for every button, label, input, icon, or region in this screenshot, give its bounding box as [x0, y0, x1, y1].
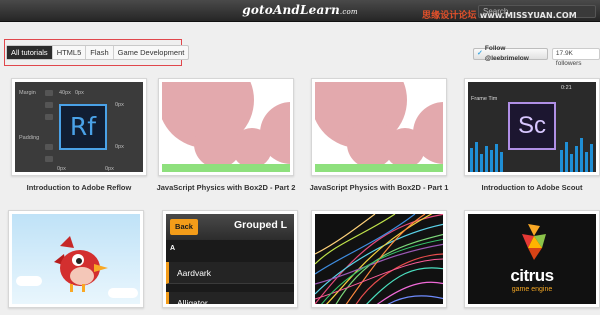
thumbnail [162, 82, 290, 172]
timing-bar [560, 150, 563, 172]
citrus-brand: citrus [510, 266, 554, 285]
tutorial-card-physics-1[interactable] [311, 78, 447, 176]
thumbnail: Frame Tim 0:21 Sc [468, 82, 596, 172]
citrus-logo-icon [522, 224, 546, 260]
back-button: Back [170, 219, 198, 235]
panel-row [45, 90, 53, 96]
follower-count: 17.9K followers [551, 48, 600, 67]
top-bar: gotoAndLearn.com Search 思缘设计论坛 www.MISSY… [0, 0, 600, 22]
panel-value: 0px [57, 166, 66, 172]
tutorial-card-scout[interactable]: Frame Tim 0:21 Sc [464, 78, 600, 176]
watermark-text: 思缘设计论坛 [422, 11, 477, 21]
citrus-subtitle: game engine [511, 286, 553, 293]
thumbnail: citrus game engine [468, 214, 596, 304]
timing-bar [580, 138, 583, 172]
timing-bar [485, 146, 488, 172]
adobe-scout-icon: Sc [508, 102, 556, 150]
thumbnail [12, 214, 140, 304]
timing-bar [575, 146, 578, 172]
filter-tabs: All tutorials HTML5 Flash Game Developme… [6, 45, 190, 60]
timing-bar [490, 150, 493, 172]
tab-all-tutorials[interactable]: All tutorials [7, 46, 53, 59]
timing-bar [500, 152, 503, 172]
list-item: Aardvark [166, 262, 294, 284]
tutorial-title[interactable]: JavaScript Physics with Box2D - Part 1 [304, 183, 454, 192]
tutorial-title[interactable]: Introduction to Adobe Scout [457, 183, 600, 192]
panel-value: 0px [115, 102, 124, 108]
social-area: ✓ Follow @leebrimelow 17.9K followers [473, 45, 600, 67]
tutorial-card-citrus[interactable]: citrus game engine [464, 210, 600, 308]
padding-label: Padding [19, 135, 40, 141]
tutorial-title[interactable]: Introduction to Adobe Reflow [4, 183, 154, 192]
tutorial-card-bird[interactable] [8, 210, 144, 308]
thumbnail: Margin Padding 40px 0px 0px 0px 0px 0px … [15, 82, 143, 172]
adobe-reflow-icon: Rf [59, 104, 107, 150]
panel-row [45, 144, 53, 150]
panel-value: 0px [75, 90, 84, 96]
section-letter: A [170, 245, 176, 252]
panel-value: 40px [59, 90, 71, 96]
physics-ground [162, 164, 290, 172]
panel-row [45, 102, 53, 108]
tutorial-card-lines[interactable] [311, 210, 447, 308]
panel-value: 0px [115, 144, 124, 150]
logo-text: gotoAndLearn [242, 3, 340, 17]
tutorial-title[interactable]: JavaScript Physics with Box2D - Part 2 [151, 183, 301, 192]
line-art-image [315, 214, 443, 304]
frame-time-label: Frame Tim [471, 96, 498, 102]
timing-bar [495, 144, 498, 172]
tab-flash[interactable]: Flash [86, 46, 114, 59]
panel-value: 0px [105, 166, 114, 172]
timing-bar [470, 148, 473, 172]
twitter-bird-icon: ✓ [477, 50, 483, 57]
physics-ground [315, 164, 443, 172]
thumbnail [315, 82, 443, 172]
timing-bar [565, 142, 568, 172]
red-bird-icon [54, 236, 108, 292]
timing-bar [585, 152, 588, 172]
tutorial-card-reflow[interactable]: Margin Padding 40px 0px 0px 0px 0px 0px … [11, 78, 147, 176]
thumbnail: Back Grouped L A Aardvark Alligator [166, 214, 294, 304]
watermark-host: www.MISSYUAN.COM [479, 11, 577, 20]
tutorial-card-physics-2[interactable] [158, 78, 294, 176]
tab-html5[interactable]: HTML5 [53, 46, 87, 59]
cloud [16, 276, 42, 286]
tab-game-development[interactable]: Game Development [114, 46, 189, 59]
panel-row [45, 114, 53, 120]
list-item: Alligator [166, 292, 294, 304]
timing-bar [475, 142, 478, 172]
watermark: 思缘设计论坛 www.MISSYUAN.COM [422, 8, 577, 21]
twitter-follow-button[interactable]: ✓ Follow @leebrimelow [473, 45, 548, 62]
panel-row [45, 156, 53, 162]
margin-label: Margin [19, 90, 36, 96]
timing-bar [590, 144, 593, 172]
timeline-time: 0:21 [561, 85, 572, 91]
logo-suffix: .com [339, 8, 358, 16]
timing-bar [480, 154, 483, 172]
timing-bar [570, 154, 573, 172]
tutorial-card-grouped-list[interactable]: Back Grouped L A Aardvark Alligator [162, 210, 298, 308]
thumbnail [315, 214, 443, 304]
list-title: Grouped L [234, 219, 288, 231]
follow-label: Follow @leebrimelow [484, 45, 529, 62]
